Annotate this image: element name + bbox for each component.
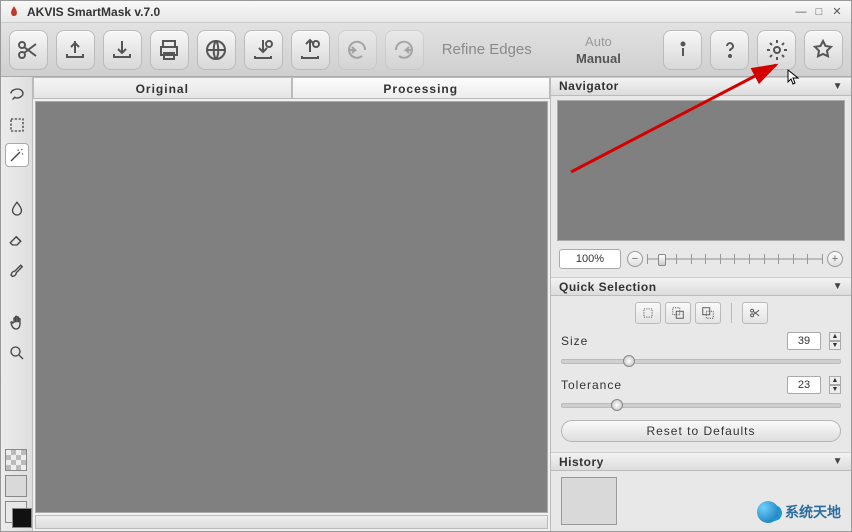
- brush-tool[interactable]: [5, 257, 29, 281]
- size-label: Size: [561, 334, 779, 348]
- horizontal-scrollbar[interactable]: [35, 515, 548, 529]
- tool-strip: [1, 77, 33, 531]
- selection-new-button[interactable]: [635, 302, 661, 324]
- size-value[interactable]: 39: [787, 332, 821, 350]
- close-button[interactable]: ✕: [829, 5, 845, 19]
- canvas-area: Original Processing: [33, 77, 551, 531]
- eraser-tool[interactable]: [5, 227, 29, 251]
- app-logo-icon: [7, 5, 21, 19]
- reset-defaults-button[interactable]: Reset to Defaults: [561, 420, 841, 442]
- swatch-group: [5, 449, 29, 523]
- zoom-controls: 100% − +: [551, 245, 851, 277]
- foreground-swatch[interactable]: [5, 501, 27, 523]
- zoom-tool[interactable]: [5, 341, 29, 365]
- tolerance-slider[interactable]: [561, 396, 841, 412]
- save-button[interactable]: [103, 30, 142, 70]
- redo-button[interactable]: [385, 30, 424, 70]
- settings-button[interactable]: [757, 30, 796, 70]
- transparency-swatch[interactable]: [5, 449, 27, 471]
- chevron-down-icon: ▼: [833, 281, 843, 292]
- tab-original[interactable]: Original: [33, 77, 292, 99]
- history-body: [551, 471, 851, 531]
- quick-selection-body: Size 39 ▲▼ Tolerance 23 ▲▼ Reset to Defa…: [551, 296, 851, 452]
- selection-subtract-button[interactable]: [695, 302, 721, 324]
- quick-selection-title: Quick Selection: [559, 280, 657, 294]
- chevron-down-icon: ▼: [833, 456, 843, 467]
- zoom-out-button[interactable]: −: [627, 251, 643, 267]
- info-button[interactable]: [663, 30, 702, 70]
- navigator-view[interactable]: [557, 100, 845, 241]
- size-spinner[interactable]: ▲▼: [829, 332, 841, 350]
- mode-switch[interactable]: Auto Manual: [550, 34, 647, 66]
- tolerance-value[interactable]: 23: [787, 376, 821, 394]
- refine-edges-button[interactable]: Refine Edges: [432, 41, 542, 58]
- help-button[interactable]: [710, 30, 749, 70]
- navigator-title: Navigator: [559, 79, 619, 93]
- mode-auto[interactable]: Auto: [550, 34, 647, 49]
- canvas[interactable]: [35, 101, 548, 513]
- print-button[interactable]: [150, 30, 189, 70]
- navigator-header[interactable]: Navigator ▼: [551, 77, 851, 96]
- export-preset-button[interactable]: [291, 30, 330, 70]
- history-title: History: [559, 455, 604, 469]
- view-tabs: Original Processing: [33, 77, 550, 99]
- magic-wand-tool[interactable]: [5, 143, 29, 167]
- right-panel: Navigator ▼ 100% − + Quick Selection ▼: [551, 77, 851, 531]
- chevron-down-icon: ▼: [833, 81, 843, 92]
- size-slider[interactable]: [561, 352, 841, 368]
- publish-button[interactable]: [197, 30, 236, 70]
- undo-button[interactable]: [338, 30, 377, 70]
- history-header[interactable]: History ▼: [551, 452, 851, 471]
- minimize-button[interactable]: —: [793, 5, 809, 19]
- mode-manual[interactable]: Manual: [550, 51, 647, 66]
- selection-cut-button[interactable]: [742, 302, 768, 324]
- background-swatch[interactable]: [5, 475, 27, 497]
- selection-add-button[interactable]: [665, 302, 691, 324]
- tolerance-spinner[interactable]: ▲▼: [829, 376, 841, 394]
- scissors-button[interactable]: [9, 30, 48, 70]
- window-title: AKVIS SmartMask v.7.0: [27, 5, 791, 19]
- history-thumbnail[interactable]: [561, 477, 617, 525]
- tolerance-label: Tolerance: [561, 378, 779, 392]
- hand-tool[interactable]: [5, 311, 29, 335]
- zoom-slider[interactable]: [647, 252, 823, 266]
- zoom-slider-thumb[interactable]: [658, 254, 666, 266]
- maximize-button[interactable]: □: [811, 5, 827, 19]
- open-button[interactable]: [56, 30, 95, 70]
- zoom-value[interactable]: 100%: [559, 249, 621, 269]
- titlebar: AKVIS SmartMask v.7.0 — □ ✕: [1, 1, 851, 23]
- main-toolbar: Refine Edges Auto Manual: [1, 23, 851, 77]
- tab-processing[interactable]: Processing: [292, 77, 551, 99]
- lasso-tool[interactable]: [5, 83, 29, 107]
- marquee-tool[interactable]: [5, 113, 29, 137]
- drop-tool[interactable]: [5, 197, 29, 221]
- import-preset-button[interactable]: [244, 30, 283, 70]
- zoom-in-button[interactable]: +: [827, 251, 843, 267]
- quick-selection-header[interactable]: Quick Selection ▼: [551, 277, 851, 296]
- favorite-button[interactable]: [804, 30, 843, 70]
